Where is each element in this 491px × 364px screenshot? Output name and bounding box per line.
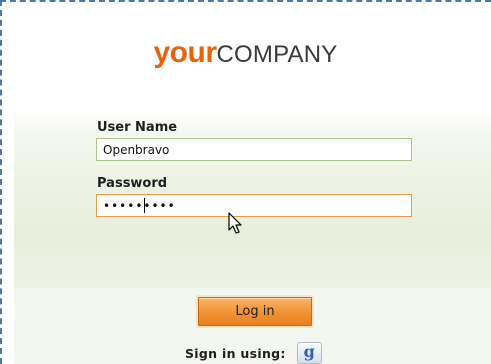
signin-using-label: Sign in using: <box>185 345 286 361</box>
company-logo: yourCOMPANY <box>0 38 491 68</box>
password-label: Password <box>97 176 168 191</box>
mouse-pointer-icon <box>228 212 242 234</box>
login-button[interactable]: Log in <box>198 297 312 326</box>
frame-top-border <box>0 0 491 2</box>
username-label: User Name <box>97 120 178 135</box>
google-icon: g <box>303 342 315 361</box>
text-caret <box>144 198 145 213</box>
logo-your-text: your <box>153 36 218 69</box>
google-signin-button[interactable]: g <box>296 342 322 364</box>
logo-company-text: COMPANY <box>216 41 338 68</box>
username-field[interactable] <box>96 138 412 161</box>
login-page: yourCOMPANY User Name Password Log in Si… <box>0 0 491 364</box>
signin-using-row: Sign in using: g <box>185 342 322 364</box>
